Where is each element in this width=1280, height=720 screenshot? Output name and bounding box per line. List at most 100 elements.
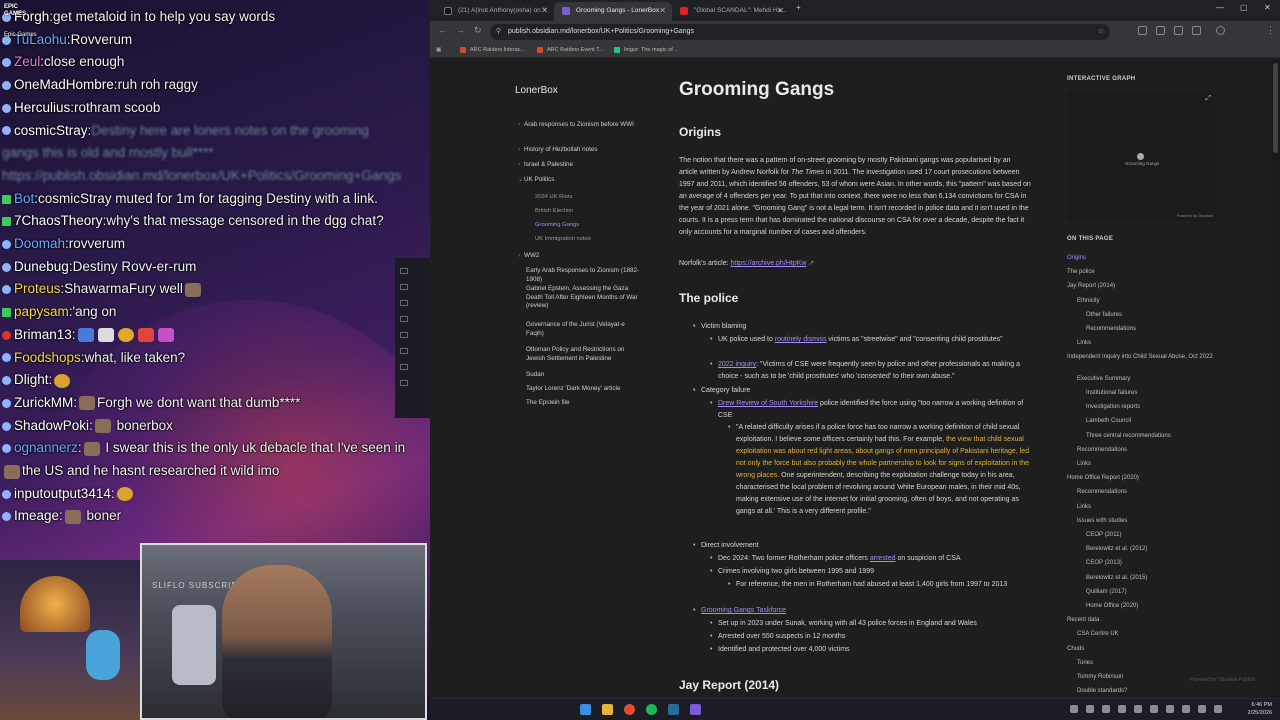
profile-icon[interactable] xyxy=(1216,26,1225,35)
scrollbar-thumb[interactable] xyxy=(1273,63,1278,153)
toc-item[interactable]: Home Office Report (2020) xyxy=(1067,475,1227,483)
nav-item[interactable]: British Election xyxy=(535,207,640,216)
bookmark-star-icon[interactable]: ☆ xyxy=(1098,24,1104,40)
toc-item[interactable]: Home Office (2020) xyxy=(1086,603,1246,611)
tray-icon[interactable] xyxy=(1070,705,1078,713)
nav-item[interactable]: Grooming Gangs xyxy=(535,221,640,230)
tray-icon[interactable] xyxy=(1086,705,1094,713)
toc-item[interactable]: Independent Inquiry into Child Sexual Ab… xyxy=(1067,354,1227,362)
wifi-icon[interactable] xyxy=(1182,705,1190,713)
toc-item[interactable]: Recommendations xyxy=(1077,447,1237,455)
tray-icon[interactable] xyxy=(1102,705,1110,713)
nav-item[interactable]: Ottoman Policy and Restrictions on Jewis… xyxy=(526,346,641,363)
dock-icon[interactable] xyxy=(400,364,408,370)
toc-item[interactable]: Recommendations xyxy=(1086,326,1246,334)
tray-icon[interactable] xyxy=(1134,705,1142,713)
chat-username[interactable]: Doomah xyxy=(14,236,65,251)
close-icon[interactable]: ✕ xyxy=(541,2,548,19)
toc-item[interactable]: Double standards? xyxy=(1077,688,1237,696)
chat-username[interactable]: Foodshops xyxy=(14,350,81,365)
tab-grooming-gangs[interactable]: Grooming Gangs - LonerBox ✕ xyxy=(554,2,672,21)
chat-username[interactable]: ShadowPoki xyxy=(14,418,89,433)
tray-icon[interactable] xyxy=(1166,705,1174,713)
apps-icon[interactable]: ▦ xyxy=(436,44,441,56)
dock-icon[interactable] xyxy=(400,316,408,322)
clock[interactable]: 6:46 PM 2/25/2026 xyxy=(1248,701,1272,717)
toc-item[interactable]: Berelowitz et al. (2015) xyxy=(1086,575,1246,583)
drew-review-link[interactable]: Drew Review of South Yorkshire xyxy=(718,400,818,407)
inquiry-link[interactable]: 2022 inquiry xyxy=(718,361,756,368)
nav-item[interactable]: UK Immigration notes xyxy=(535,235,640,244)
bookmark-2[interactable]: ARC Raiders Event T... xyxy=(537,44,603,56)
toc-item[interactable]: Ethnicity xyxy=(1077,298,1237,306)
address-bar[interactable]: ⚲ publish.obsidian.md/lonerbox/UK+Politi… xyxy=(490,24,1110,40)
nav-item[interactable]: Governance of the Jurist (Velayat-e Faqi… xyxy=(526,321,641,338)
nav-item[interactable]: ⌄ UK Politics xyxy=(518,176,642,185)
dock-icon[interactable] xyxy=(400,284,408,290)
tab-youtube[interactable]: "Global SCANDAL": Mehdi Ha... ✕ xyxy=(672,2,790,21)
dock-icon[interactable] xyxy=(400,268,408,274)
nav-item[interactable]: › History of Hezbollah notes xyxy=(518,146,642,155)
toc-item[interactable]: Executive Summary xyxy=(1077,376,1237,384)
toc-item[interactable]: Berelowitz et al. (2012) xyxy=(1086,546,1246,554)
volume-icon[interactable] xyxy=(1198,705,1206,713)
extension-icon[interactable] xyxy=(1138,26,1147,35)
arrested-link[interactable]: arrested xyxy=(870,555,896,562)
scrollbar[interactable] xyxy=(1271,59,1280,698)
toc-item[interactable]: Institutional failures xyxy=(1086,390,1246,398)
new-tab-button[interactable]: + xyxy=(796,3,801,12)
nav-item[interactable]: 2024 UK Riots xyxy=(535,193,640,202)
toc-item[interactable]: CEOP (2013) xyxy=(1086,560,1246,568)
file-explorer-icon[interactable] xyxy=(602,704,613,715)
close-window-icon[interactable]: ✕ xyxy=(1264,3,1271,12)
tray-icon[interactable] xyxy=(1118,705,1126,713)
chevron-right-icon[interactable]: › xyxy=(518,252,520,261)
chat-username[interactable]: 7ChaosTheory xyxy=(14,213,103,228)
chat-username[interactable]: Imeage xyxy=(14,508,59,523)
toc-item[interactable]: CSA Centre UK xyxy=(1077,631,1237,639)
toc-item[interactable]: Recommendations xyxy=(1077,489,1237,497)
taskforce-link[interactable]: Grooming Gangs Taskforce xyxy=(701,607,786,614)
chevron-right-icon[interactable]: › xyxy=(518,121,520,130)
chat-username[interactable]: inputoutput3414 xyxy=(14,486,111,501)
spotify-icon[interactable] xyxy=(646,704,657,715)
toc-item[interactable]: Tories xyxy=(1077,660,1237,668)
close-icon[interactable]: ✕ xyxy=(659,2,666,19)
toc-item[interactable]: Links xyxy=(1077,340,1237,348)
powered-by[interactable]: Powered by Obsidian Publish xyxy=(1190,677,1255,683)
menu-icon[interactable]: ⋮ xyxy=(1266,25,1275,36)
site-title[interactable]: LonerBox xyxy=(515,85,558,96)
toc-item[interactable]: Links xyxy=(1077,504,1237,512)
toc-item[interactable]: Recent data xyxy=(1067,617,1227,625)
extension-icon[interactable] xyxy=(1174,26,1183,35)
toc-item[interactable]: Investigation reports xyxy=(1086,404,1246,412)
nav-item[interactable]: Taylor Lorenz 'Dark Money' article xyxy=(526,385,641,394)
toc-item[interactable]: Issues with studies xyxy=(1077,518,1237,526)
site-info-icon[interactable]: ⚲ xyxy=(496,24,501,40)
chevron-down-icon[interactable]: ⌄ xyxy=(518,176,523,185)
close-icon[interactable]: ✕ xyxy=(777,2,784,19)
chat-username[interactable]: papysam xyxy=(14,304,69,319)
chat-username[interactable]: ognannerz xyxy=(14,440,78,455)
bookmark-1[interactable]: ARC Raiders Interac... xyxy=(460,44,525,56)
toc-item[interactable]: CEOP (2011) xyxy=(1086,532,1246,540)
back-icon[interactable]: ← xyxy=(438,25,447,35)
chat-username[interactable]: Herculius xyxy=(14,100,70,115)
dock-icon[interactable] xyxy=(400,348,408,354)
windows-start-icon[interactable] xyxy=(580,704,591,715)
chrome-icon[interactable] xyxy=(624,704,635,715)
nav-item[interactable]: Sudan xyxy=(526,371,641,380)
extension-icon[interactable] xyxy=(1156,26,1165,35)
battery-icon[interactable] xyxy=(1214,705,1222,713)
tab-twitter[interactable]: (21) A(lnot Anthony(osha) on X ✕ xyxy=(436,2,554,21)
routinely-dismiss-link[interactable]: routinely dismiss xyxy=(775,336,827,343)
chat-username[interactable]: cosmicStray xyxy=(14,123,88,138)
toc-item[interactable]: Other failures xyxy=(1086,312,1246,320)
nav-item[interactable]: › WW2 xyxy=(518,252,642,261)
toc-item[interactable]: Chuds xyxy=(1067,646,1227,654)
toc-item[interactable]: Lambeth Council xyxy=(1086,418,1246,426)
chat-username[interactable]: Dlight xyxy=(14,372,49,387)
toc-item[interactable]: Three central recommendations xyxy=(1086,433,1246,441)
chevron-right-icon[interactable]: › xyxy=(518,161,520,170)
nav-item[interactable]: › Arab responses to Zionism before WWI xyxy=(518,121,642,130)
